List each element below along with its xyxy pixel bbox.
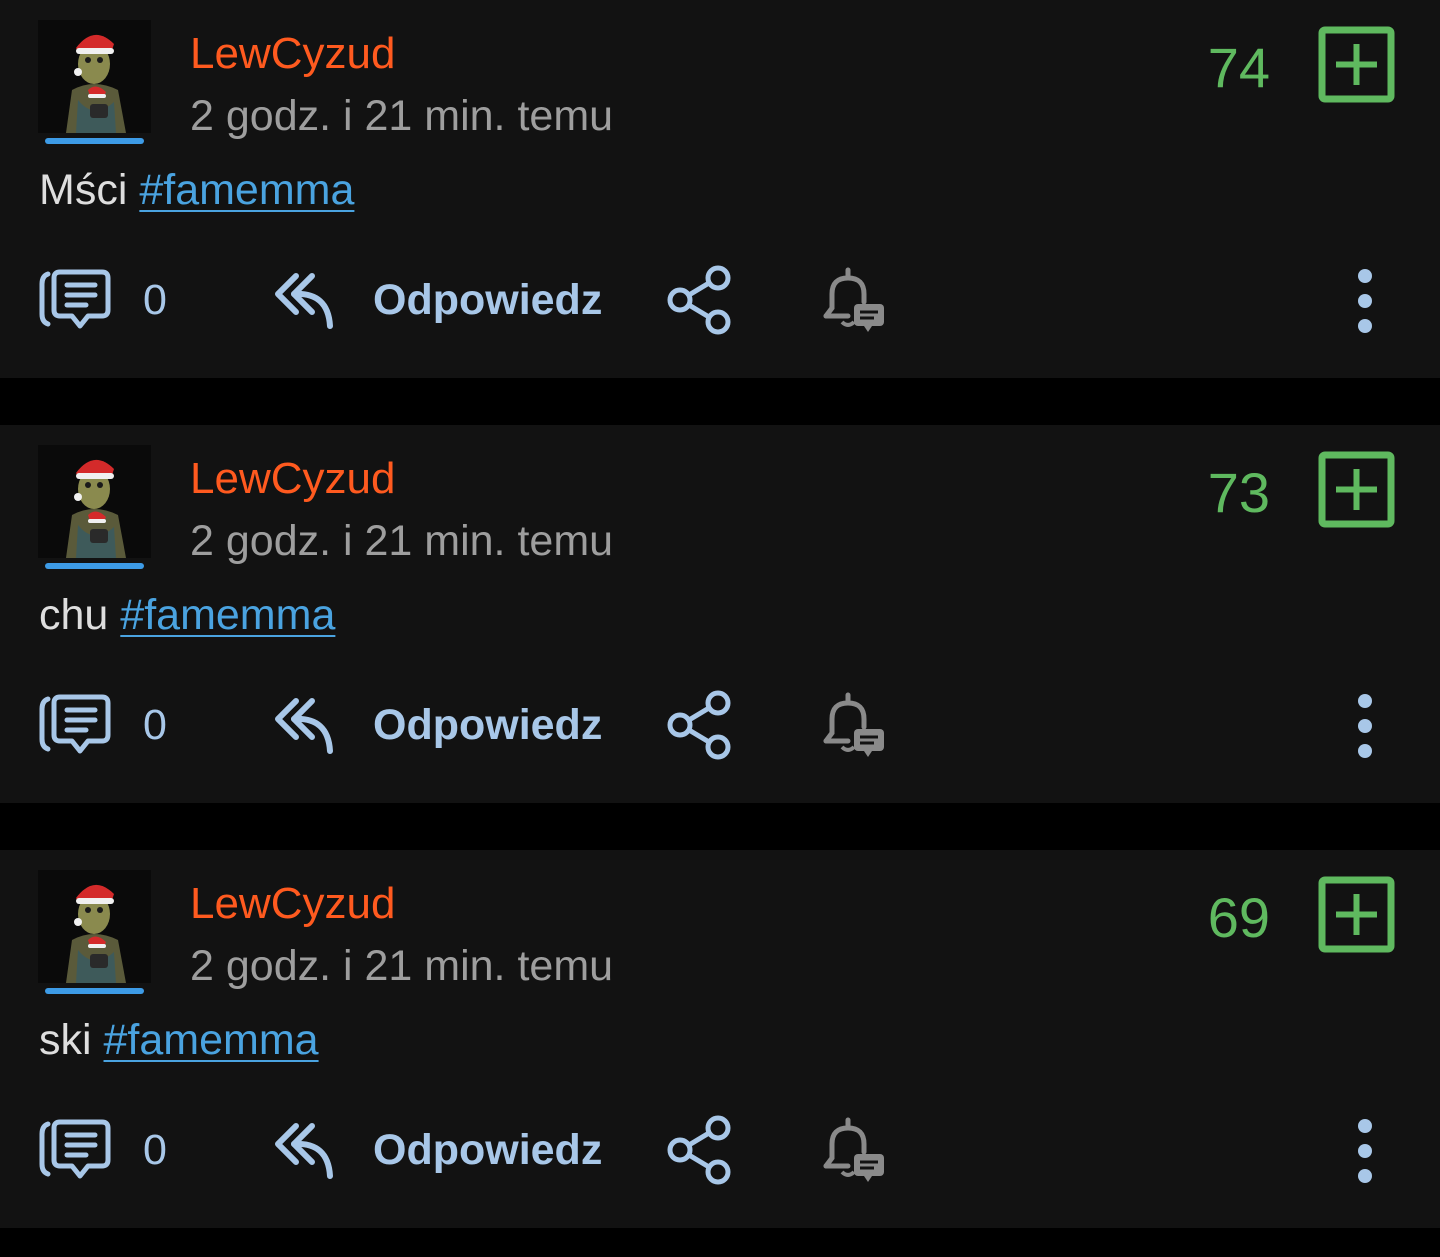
post-body: ski #famemma (39, 1014, 319, 1066)
post-card: LewCyzud 2 godz. i 21 min. temu 73 chu #… (0, 425, 1440, 803)
reply-icon[interactable] (272, 266, 338, 332)
author-name[interactable]: LewCyzud (190, 453, 395, 505)
comment-icon[interactable] (38, 268, 112, 330)
comment-icon[interactable] (38, 693, 112, 755)
share-icon[interactable] (666, 264, 734, 336)
avatar-underline (45, 138, 144, 144)
author-name[interactable]: LewCyzud (190, 28, 395, 80)
avatar-underline (45, 988, 144, 994)
comment-icon[interactable] (38, 1118, 112, 1180)
more-vertical-icon[interactable] (1345, 691, 1385, 761)
post-time: 2 godz. i 21 min. temu (190, 92, 614, 140)
avatar[interactable] (38, 870, 151, 983)
post-text: Mści (39, 166, 128, 214)
post-card: LewCyzud 2 godz. i 21 min. temu 74 Mści … (0, 0, 1440, 378)
upvote-button[interactable] (1318, 26, 1395, 103)
hashtag-link[interactable]: #famemma (104, 1016, 319, 1064)
reply-button[interactable]: Odpowiedz (373, 274, 602, 326)
vote-score: 74 (1207, 36, 1270, 99)
avatar[interactable] (38, 20, 151, 133)
feed: LewCyzud 2 godz. i 21 min. temu 74 Mści … (0, 0, 1440, 1257)
post-card: LewCyzud 2 godz. i 21 min. temu 69 ski #… (0, 850, 1440, 1228)
vote-score: 73 (1207, 461, 1270, 524)
bell-notify-icon[interactable] (818, 266, 890, 336)
bell-notify-icon[interactable] (818, 1116, 890, 1186)
upvote-button[interactable] (1318, 876, 1395, 953)
reply-icon[interactable] (272, 1116, 338, 1182)
reply-icon[interactable] (272, 691, 338, 757)
share-icon[interactable] (666, 689, 734, 761)
comment-count: 0 (143, 701, 167, 749)
upvote-button[interactable] (1318, 451, 1395, 528)
avatar-underline (45, 563, 144, 569)
action-bar: 0 Odpowiedz (0, 260, 1440, 340)
comment-count: 0 (143, 1126, 167, 1174)
post-body: chu #famemma (39, 589, 335, 641)
vote-score: 69 (1207, 886, 1270, 949)
reply-button[interactable]: Odpowiedz (373, 1124, 602, 1176)
post-text: ski (39, 1016, 92, 1064)
more-vertical-icon[interactable] (1345, 1116, 1385, 1186)
author-name[interactable]: LewCyzud (190, 878, 395, 930)
more-vertical-icon[interactable] (1345, 266, 1385, 336)
plus-box-icon (1318, 876, 1395, 953)
post-text: chu (39, 591, 109, 639)
plus-box-icon (1318, 26, 1395, 103)
action-bar: 0 Odpowiedz (0, 1110, 1440, 1190)
hashtag-link[interactable]: #famemma (139, 166, 354, 214)
comment-count: 0 (143, 276, 167, 324)
post-time: 2 godz. i 21 min. temu (190, 517, 614, 565)
reply-button[interactable]: Odpowiedz (373, 699, 602, 751)
bell-notify-icon[interactable] (818, 691, 890, 761)
share-icon[interactable] (666, 1114, 734, 1186)
avatar[interactable] (38, 445, 151, 558)
action-bar: 0 Odpowiedz (0, 685, 1440, 765)
post-time: 2 godz. i 21 min. temu (190, 942, 614, 990)
plus-box-icon (1318, 451, 1395, 528)
hashtag-link[interactable]: #famemma (120, 591, 335, 639)
post-body: Mści #famemma (39, 164, 354, 216)
